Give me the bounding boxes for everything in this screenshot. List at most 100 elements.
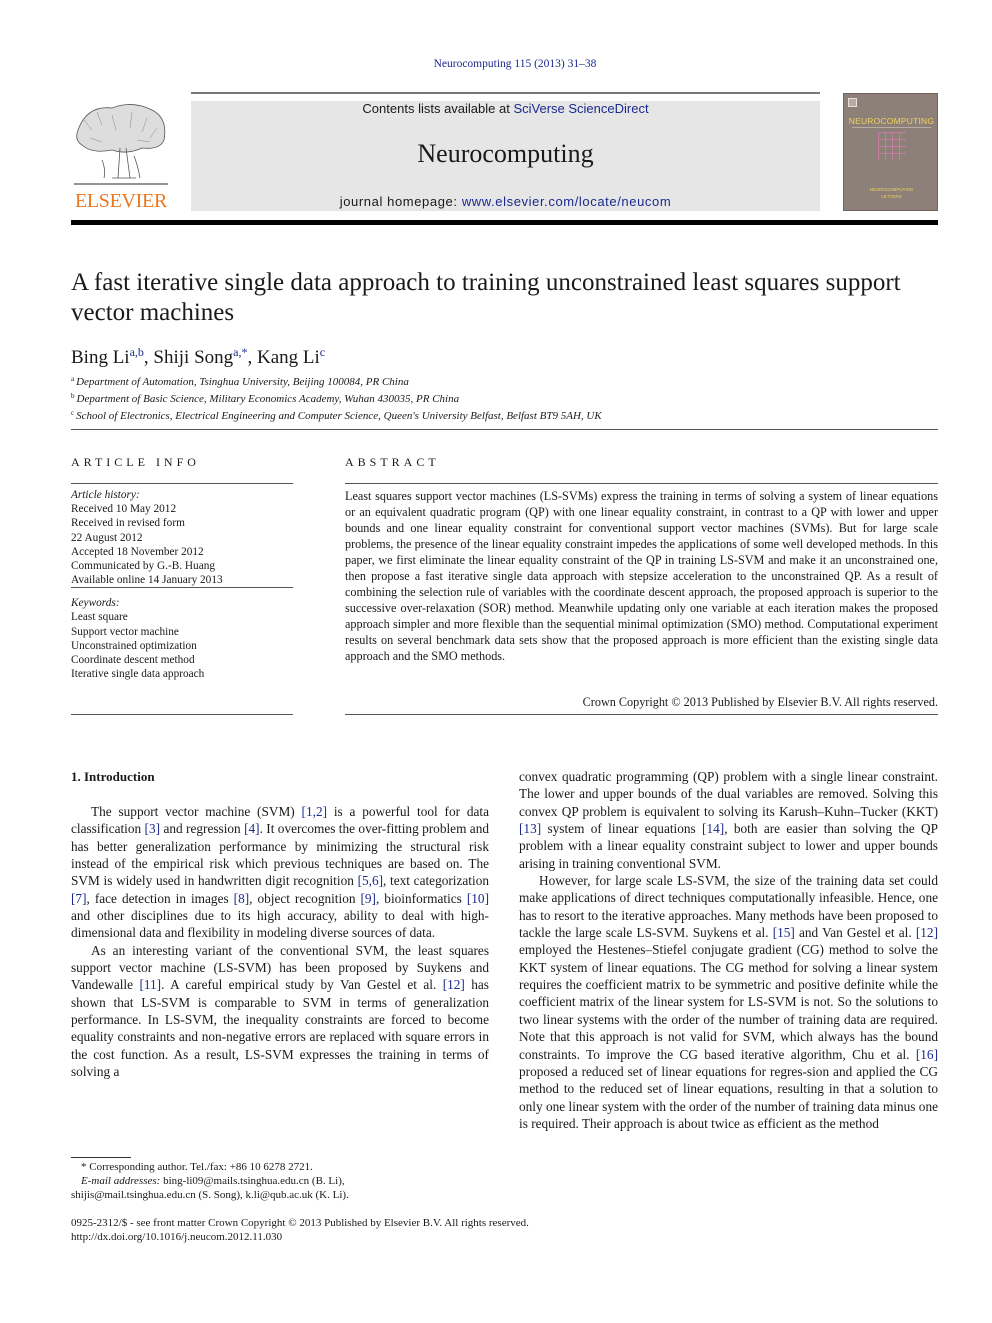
keyword-item: Unconstrained optimization xyxy=(71,639,197,652)
cover-logo-icon xyxy=(848,98,857,107)
citation-link[interactable]: [11] xyxy=(139,977,161,992)
keywords-label: Keywords: xyxy=(71,597,120,609)
body-paragraph: convex quadratic programming (QP) proble… xyxy=(519,768,938,872)
citation-link[interactable]: [16] xyxy=(916,1047,938,1062)
citation-link[interactable]: [13] xyxy=(519,821,541,836)
cover-grid-graphic xyxy=(878,132,906,160)
author-separator: , xyxy=(247,347,257,368)
abstract-copyright: Crown Copyright © 2013 Published by Else… xyxy=(582,695,938,709)
abstract-text: Least squares support vector machines (L… xyxy=(345,489,938,663)
citation-link[interactable]: [15] xyxy=(773,925,795,940)
cover-title: NEUROCOMPUTING xyxy=(848,116,935,126)
author-affiliation-ref[interactable]: a,* xyxy=(233,345,247,359)
citation-link[interactable]: [10] xyxy=(467,891,489,906)
citation-link[interactable]: [9] xyxy=(360,891,376,906)
article-info-divider xyxy=(71,714,293,715)
corresponding-author-note: * Corresponding author. Tel./fax: +86 10… xyxy=(81,1161,313,1173)
section-heading-introduction: 1. Introduction xyxy=(71,769,155,784)
body-text: convex quadratic programming (QP) proble… xyxy=(519,769,938,819)
contents-availability: Contents lists available at SciVerse Sci… xyxy=(191,101,820,116)
author-name: Shiji Song xyxy=(153,347,234,368)
body-text: . A careful empirical study by Van Geste… xyxy=(161,977,443,993)
abstract-divider xyxy=(345,483,938,484)
body-paragraph: The support vector machine (SVM) [1,2] i… xyxy=(71,803,489,942)
citation-link[interactable]: [7] xyxy=(71,891,87,906)
citation-link[interactable]: [4] xyxy=(244,821,260,836)
affiliation-key: b xyxy=(71,392,75,400)
keywords: Keywords: Least square Support vector ma… xyxy=(71,596,293,682)
abstract-divider xyxy=(345,714,938,715)
cover-divider xyxy=(852,127,931,128)
elsevier-logo[interactable]: ELSEVIER xyxy=(70,100,172,212)
body-text: and Van Gestel et al. xyxy=(794,925,916,941)
article-info-divider xyxy=(71,587,293,588)
article-history-label: Article history: xyxy=(71,489,140,501)
journal-cover-thumbnail[interactable]: NEUROCOMPUTING NEUROCOMPUTING LETTERS xyxy=(843,93,938,211)
body-paragraph: As an interesting variant of the convent… xyxy=(71,942,489,1081)
citation-link[interactable]: [12] xyxy=(443,977,465,992)
doi-link[interactable]: http://dx.doi.org/10.1016/j.neucom.2012.… xyxy=(71,1230,771,1244)
author-affiliation-ref[interactable]: c xyxy=(320,345,325,359)
body-text: employed the Hestenes–Stiefel conjugate … xyxy=(519,942,938,1062)
author-separator: , xyxy=(143,347,154,368)
keyword-item: Least square xyxy=(71,611,128,624)
citation-link[interactable]: [12] xyxy=(916,925,938,940)
cover-subtitle-line: NEUROCOMPUTING xyxy=(869,187,914,192)
body-text: and other disciplines due to its high ac… xyxy=(71,908,489,941)
email-label: E-mail addresses: xyxy=(81,1175,161,1187)
citation-link[interactable]: [1,2] xyxy=(302,804,327,819)
journal-homepage: journal homepage: www.elsevier.com/locat… xyxy=(191,194,820,209)
author-affiliation-ref[interactable]: a,b xyxy=(130,345,144,359)
sciencedirect-link[interactable]: SciVerse ScienceDirect xyxy=(513,101,648,116)
history-item: Received 10 May 2012 xyxy=(71,503,177,516)
email-note: E-mail addresses: bing-li09@mails.tsingh… xyxy=(71,1174,501,1188)
issn-copyright-line: 0925-2312/$ - see front matter Crown Cop… xyxy=(71,1217,529,1229)
running-head-citation[interactable]: Neurocomputing 115 (2013) 31–38 xyxy=(0,58,992,70)
body-text: , text categorization xyxy=(383,873,489,889)
homepage-link[interactable]: www.elsevier.com/locate/neucom xyxy=(462,194,671,209)
body-text: , face detection in images xyxy=(86,890,234,906)
citation-link[interactable]: [8] xyxy=(234,891,250,906)
body-column-left: The support vector machine (SVM) [1,2] i… xyxy=(71,803,489,1081)
email-addresses[interactable]: bing-li09@mails.tsinghua.edu.cn (B. Li), xyxy=(160,1175,345,1187)
citation-link[interactable]: [3] xyxy=(145,821,161,836)
cover-subtitle: NEUROCOMPUTING LETTERS xyxy=(844,186,939,200)
contents-prefix: Contents lists available at xyxy=(362,101,514,116)
affiliation-item: b Department of Basic Science, Military E… xyxy=(71,389,602,406)
article-info-divider xyxy=(71,483,293,484)
email-addresses-continued[interactable]: shijis@mail.tsinghua.edu.cn (S. Song), k… xyxy=(71,1188,501,1202)
affiliation-text: School of Electronics, Electrical Engine… xyxy=(76,410,602,422)
history-item: Communicated by G.-B. Huang xyxy=(71,560,216,573)
keyword-item: Coordinate descent method xyxy=(71,654,195,667)
body-text: proposed a reduced set of linear equatio… xyxy=(519,1063,938,1131)
author-list: Bing Lia,b, Shiji Songa,*, Kang Lic xyxy=(71,340,325,370)
history-item: 22 August 2012 xyxy=(71,531,143,544)
journal-name: Neurocomputing xyxy=(417,139,594,168)
article-history: Article history: Received 10 May 2012 Re… xyxy=(71,488,293,587)
body-text: has shown that LS-SVM is comparable to S… xyxy=(71,977,489,1080)
body-text: The support vector machine (SVM) xyxy=(91,804,302,819)
header-divider xyxy=(191,92,820,94)
body-text: , object recognition xyxy=(249,890,361,906)
body-column-right: convex quadratic programming (QP) proble… xyxy=(519,768,938,1132)
history-item: Available online 14 January 2013 xyxy=(71,574,223,587)
article-title: A fast iterative single data approach to… xyxy=(71,269,901,326)
front-matter: 0925-2312/$ - see front matter Crown Cop… xyxy=(71,1216,771,1244)
citation-link[interactable]: [5,6] xyxy=(358,873,383,888)
author-name: Kang Li xyxy=(256,347,320,368)
citation-link[interactable]: [14] xyxy=(702,821,724,836)
keyword-item: Support vector machine xyxy=(71,625,179,638)
affiliation-text: Department of Automation, Tsinghua Unive… xyxy=(76,376,409,388)
header-thick-divider xyxy=(71,220,938,225)
affiliation-key: a xyxy=(71,375,75,383)
author-name: Bing Li xyxy=(71,347,130,368)
affiliation-key: c xyxy=(71,409,75,417)
history-item: Received in revised form xyxy=(71,517,185,530)
footnotes: * Corresponding author. Tel./fax: +86 10… xyxy=(71,1160,501,1202)
affiliation-item: a Department of Automation, Tsinghua Univ… xyxy=(71,372,602,389)
article-info-heading: ARTICLE INFO xyxy=(71,455,200,469)
affiliation-item: c School of Electronics, Electrical Engin… xyxy=(71,406,602,423)
body-text: , bioinformatics xyxy=(376,890,467,906)
affiliation-text: Department of Basic Science, Military Ec… xyxy=(76,393,460,405)
footnote-divider xyxy=(71,1157,131,1158)
